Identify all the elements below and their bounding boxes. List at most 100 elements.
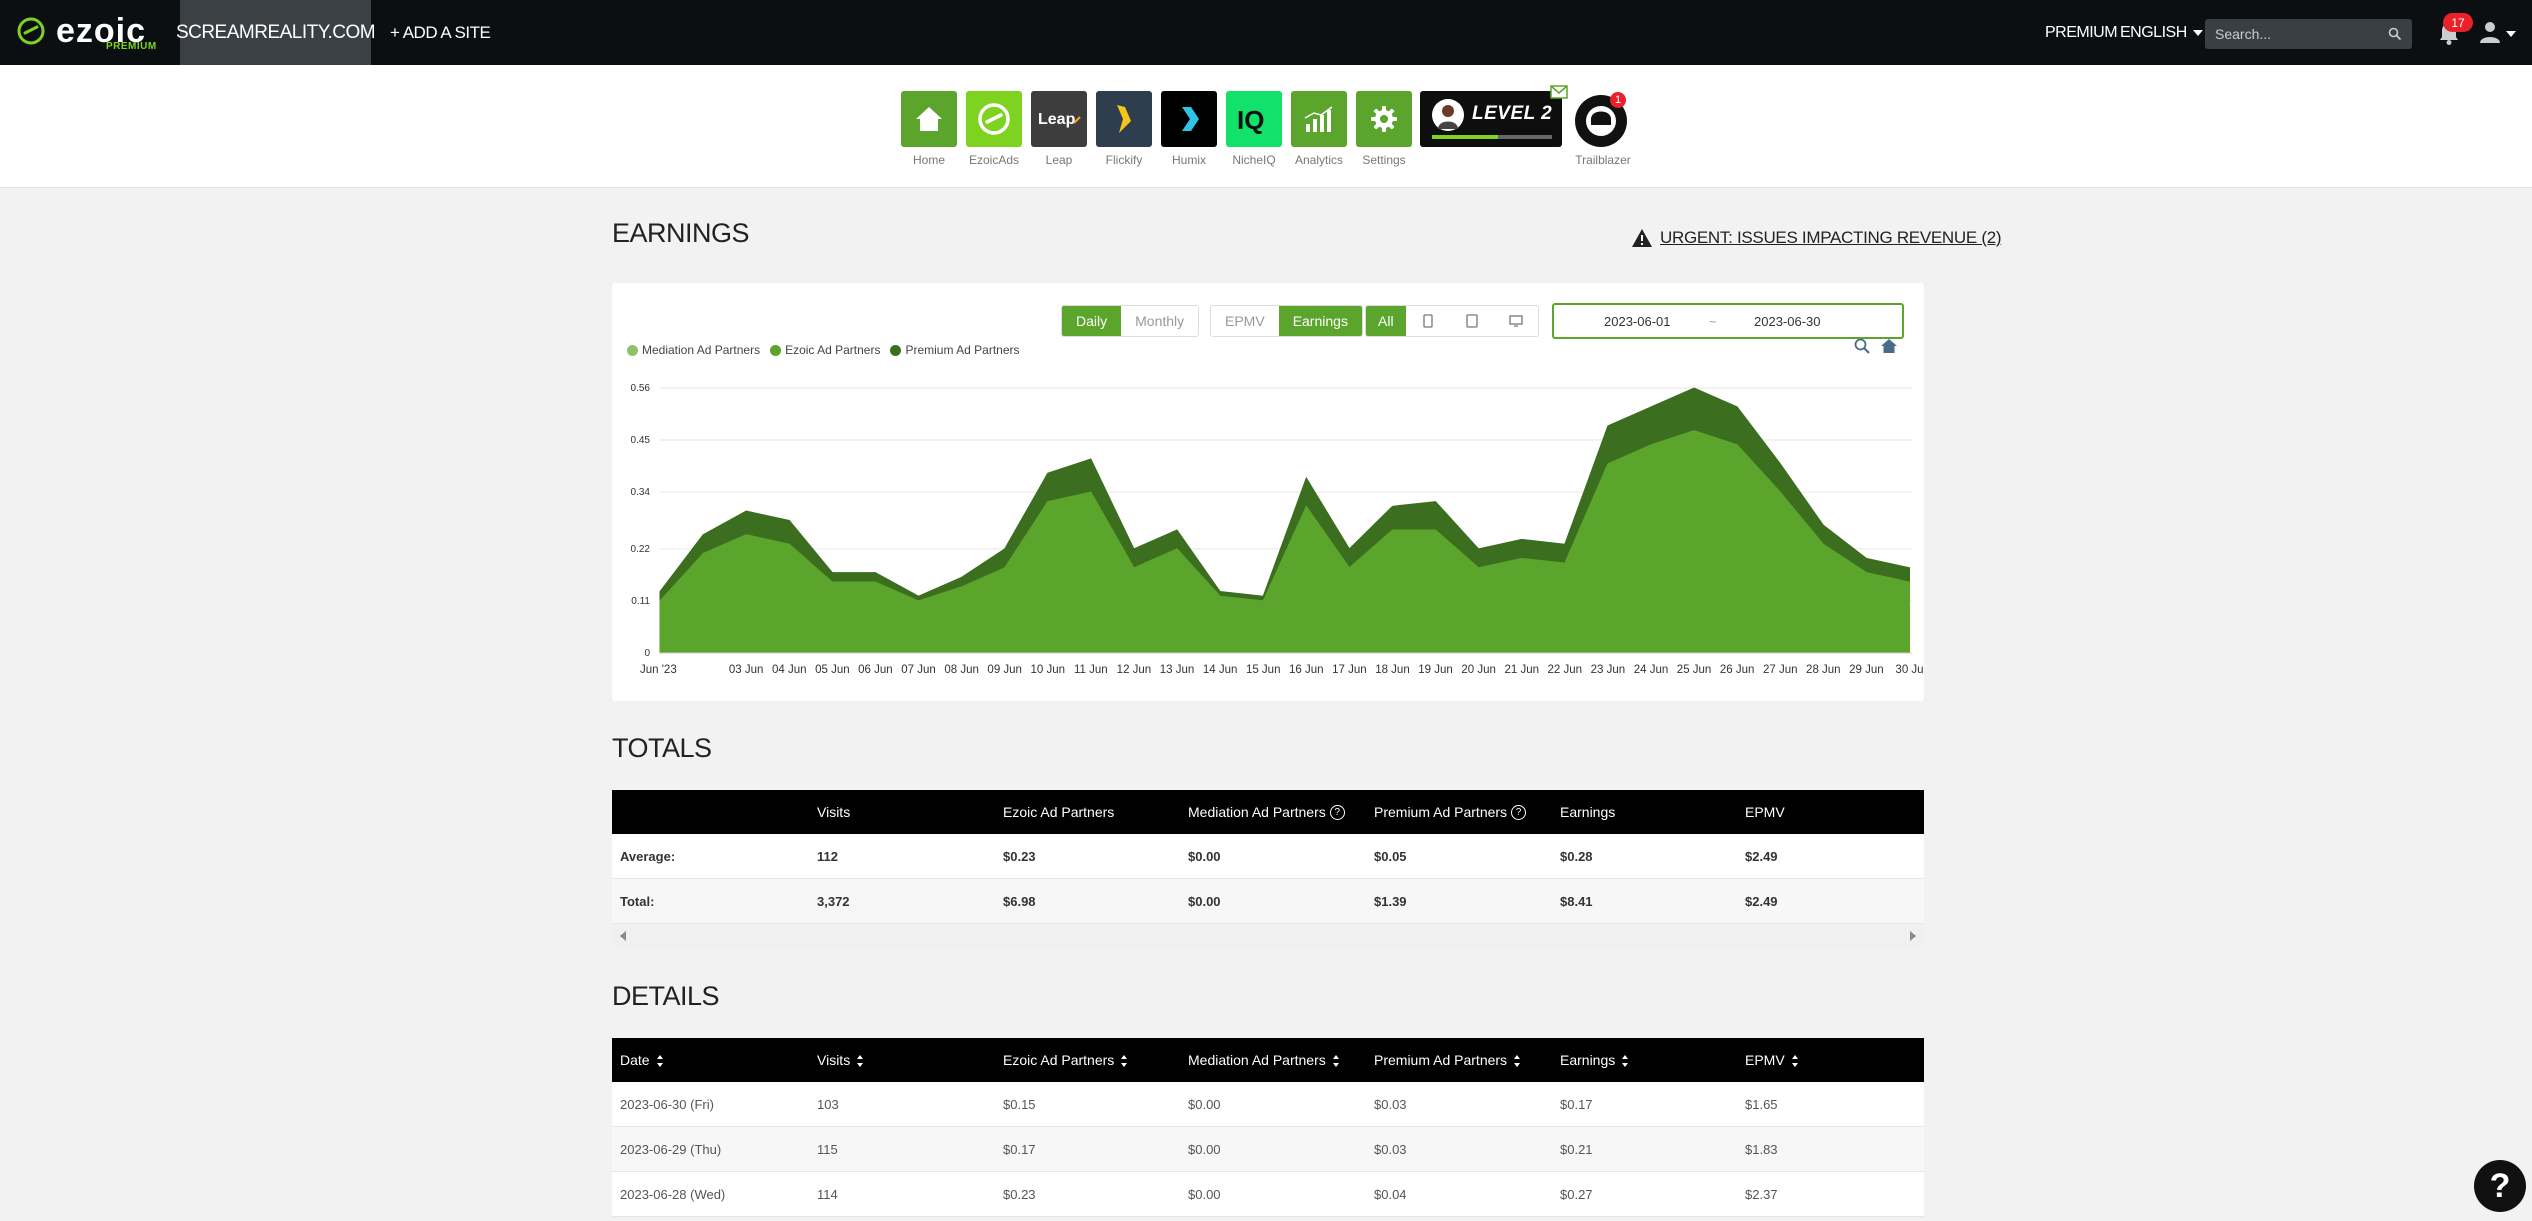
totals-header-row: Visits Ezoic Ad Partners Mediation Ad Pa… bbox=[612, 790, 1924, 834]
app-flickify[interactable]: Flickify bbox=[1096, 91, 1152, 167]
mail-icon[interactable] bbox=[1550, 85, 1568, 99]
app-label: EzoicAds bbox=[968, 153, 1020, 167]
sort-icon bbox=[857, 1055, 864, 1068]
add-site-link[interactable]: + ADD A SITE bbox=[390, 0, 491, 65]
sortable-col-header[interactable]: Visits bbox=[817, 1052, 864, 1068]
language-label: ENGLISH bbox=[2120, 23, 2187, 41]
app-nicheiq[interactable]: IQ NicheIQ bbox=[1226, 91, 1282, 167]
y-tick-label: 0.56 bbox=[631, 383, 651, 394]
app-leap[interactable]: Leap Leap bbox=[1031, 91, 1087, 167]
urgent-issues-link[interactable]: URGENT: ISSUES IMPACTING REVENUE (2) bbox=[1631, 228, 2002, 248]
sortable-col-header[interactable]: EPMV bbox=[1745, 1052, 1799, 1068]
x-tick-label: 10 Jun bbox=[1031, 664, 1066, 676]
app-label: Leap bbox=[1045, 153, 1073, 167]
sortable-col-header[interactable]: Mediation Ad Partners bbox=[1188, 1052, 1340, 1068]
horizontal-scrollbar[interactable] bbox=[612, 925, 1924, 947]
totals-table: Visits Ezoic Ad Partners Mediation Ad Pa… bbox=[612, 790, 1924, 924]
scroll-left-arrow-icon[interactable] bbox=[620, 931, 626, 941]
app-humix-tile bbox=[1161, 91, 1217, 147]
col-header-mediation: Mediation Ad Partners? bbox=[1188, 804, 1345, 821]
ezoic-logo[interactable]: ezoic PREMIUM bbox=[16, 12, 166, 54]
y-tick-label: 0.34 bbox=[631, 487, 651, 498]
earnings-chart: 0 0.11 0.22 0.34 0.45 0.56 Jun '23 03 Jun 04 Jun… bbox=[631, 383, 1924, 676]
sortable-col-header[interactable]: Ezoic Ad Partners bbox=[1003, 1052, 1128, 1068]
x-tick-label: 13 Jun bbox=[1160, 664, 1195, 676]
x-tick-label: 19 Jun bbox=[1418, 664, 1453, 676]
x-tick-label: 16 Jun bbox=[1289, 664, 1324, 676]
x-tick-label: 08 Jun bbox=[944, 664, 979, 676]
app-nicheiq-tile: IQ bbox=[1226, 91, 1282, 147]
app-settings[interactable]: Settings bbox=[1356, 91, 1412, 167]
sort-icon bbox=[1514, 1055, 1521, 1068]
level-progress-bar bbox=[1432, 135, 1552, 139]
level-badge[interactable]: LEVEL 2 bbox=[1420, 91, 1562, 147]
sortable-col-header[interactable]: Premium Ad Partners bbox=[1374, 1052, 1521, 1068]
col-header-label: EPMV bbox=[1745, 1051, 1785, 1068]
level-label: LEVEL 2 bbox=[1472, 103, 1553, 124]
earnings-title: EARNINGS bbox=[612, 218, 750, 248]
site-selector[interactable]: SCREAMREALITY.COM bbox=[176, 0, 376, 65]
search-box bbox=[2205, 19, 2412, 49]
app-ezoicads[interactable]: EzoicAds bbox=[966, 91, 1022, 167]
app-analytics[interactable]: Analytics bbox=[1291, 91, 1347, 167]
help-icon[interactable]: ? bbox=[1511, 805, 1527, 821]
help-button[interactable]: ? bbox=[2474, 1160, 2526, 1212]
svg-text:Leap: Leap bbox=[1038, 111, 1076, 128]
table-cell: 114 bbox=[817, 1186, 838, 1202]
table-cell: $0.23 bbox=[1003, 1186, 1036, 1202]
help-icon[interactable]: ? bbox=[1329, 805, 1345, 821]
app-label: Analytics bbox=[1294, 153, 1344, 167]
sort-icon bbox=[1622, 1055, 1629, 1068]
table-cell: $0.27 bbox=[1560, 1186, 1593, 1202]
chevron-down-icon bbox=[2506, 31, 2516, 37]
app-launcher-bar: Home EzoicAds Leap Leap Flickify Humix I… bbox=[0, 65, 2532, 188]
table-cell: 2023-06-30 (Fri) bbox=[620, 1096, 714, 1112]
search-icon[interactable] bbox=[2388, 27, 2402, 41]
totals-title: TOTALS bbox=[612, 733, 712, 763]
table-cell: 112 bbox=[817, 848, 838, 864]
ezoicads-icon bbox=[978, 103, 1010, 135]
sortable-col-header[interactable]: Date bbox=[620, 1052, 664, 1068]
x-tick-label: 03 Jun bbox=[729, 664, 764, 676]
app-label: Humix bbox=[1171, 153, 1206, 167]
table-cell: $0.17 bbox=[1560, 1096, 1593, 1112]
app-label: Flickify bbox=[1105, 153, 1143, 167]
top-nav-bar: ezoic PREMIUM SCREAMREALITY.COM + ADD A … bbox=[0, 0, 2532, 65]
col-header-label: Premium Ad Partners bbox=[1374, 1051, 1508, 1068]
table-cell: $0.03 bbox=[1374, 1141, 1407, 1157]
x-tick-label: Jun '23 bbox=[640, 664, 677, 676]
app-humix[interactable]: Humix bbox=[1161, 91, 1217, 167]
scroll-right-arrow-icon[interactable] bbox=[1910, 931, 1916, 941]
x-tick-label: 27 Jun bbox=[1763, 664, 1798, 676]
premium-link[interactable]: PREMIUM bbox=[2045, 0, 2118, 65]
app-label: Settings bbox=[1362, 153, 1406, 167]
app-home[interactable]: Home bbox=[901, 91, 957, 167]
col-header-label: Earnings bbox=[1560, 1051, 1616, 1068]
x-tick-label: 09 Jun bbox=[987, 664, 1022, 676]
app-ezoicads-tile bbox=[966, 91, 1022, 147]
leap-icon: Leap bbox=[1038, 111, 1081, 128]
x-tick-label: 07 Jun bbox=[901, 664, 936, 676]
app-trailblazer[interactable]: 1 Trailblazer bbox=[1573, 91, 1633, 167]
search-input[interactable] bbox=[2215, 24, 2375, 44]
col-header-label: Ezoic Ad Partners bbox=[1003, 1051, 1115, 1068]
app-label: Trailblazer bbox=[1575, 153, 1631, 167]
svg-text:IQ: IQ bbox=[1237, 105, 1264, 134]
sort-icon bbox=[656, 1055, 663, 1068]
table-row: 2023-06-28 (Wed) 114 $0.23 $0.00 $0.04 $0.27 $… bbox=[612, 1172, 1924, 1217]
table-cell: $0.00 bbox=[1188, 848, 1221, 864]
table-cell: $2.49 bbox=[1745, 848, 1778, 864]
language-dropdown[interactable]: ENGLISH bbox=[2120, 0, 2203, 65]
x-tick-label: 17 Jun bbox=[1332, 664, 1367, 676]
user-icon bbox=[2480, 22, 2500, 43]
table-cell: $2.37 bbox=[1745, 1186, 1778, 1202]
x-tick-label: 26 Jun bbox=[1720, 664, 1755, 676]
trailblazer-tile: 1 bbox=[1573, 91, 1633, 147]
user-menu[interactable] bbox=[2478, 20, 2518, 46]
x-tick-label: 18 Jun bbox=[1375, 664, 1410, 676]
app-label: NicheIQ bbox=[1232, 153, 1276, 167]
table-cell: $0.00 bbox=[1188, 1141, 1221, 1157]
table-cell: $2.49 bbox=[1745, 893, 1778, 909]
earnings-chart-card: Daily Monthly EPMV Earnings All 2023-06-… bbox=[612, 283, 1924, 701]
sortable-col-header[interactable]: Earnings bbox=[1560, 1052, 1629, 1068]
